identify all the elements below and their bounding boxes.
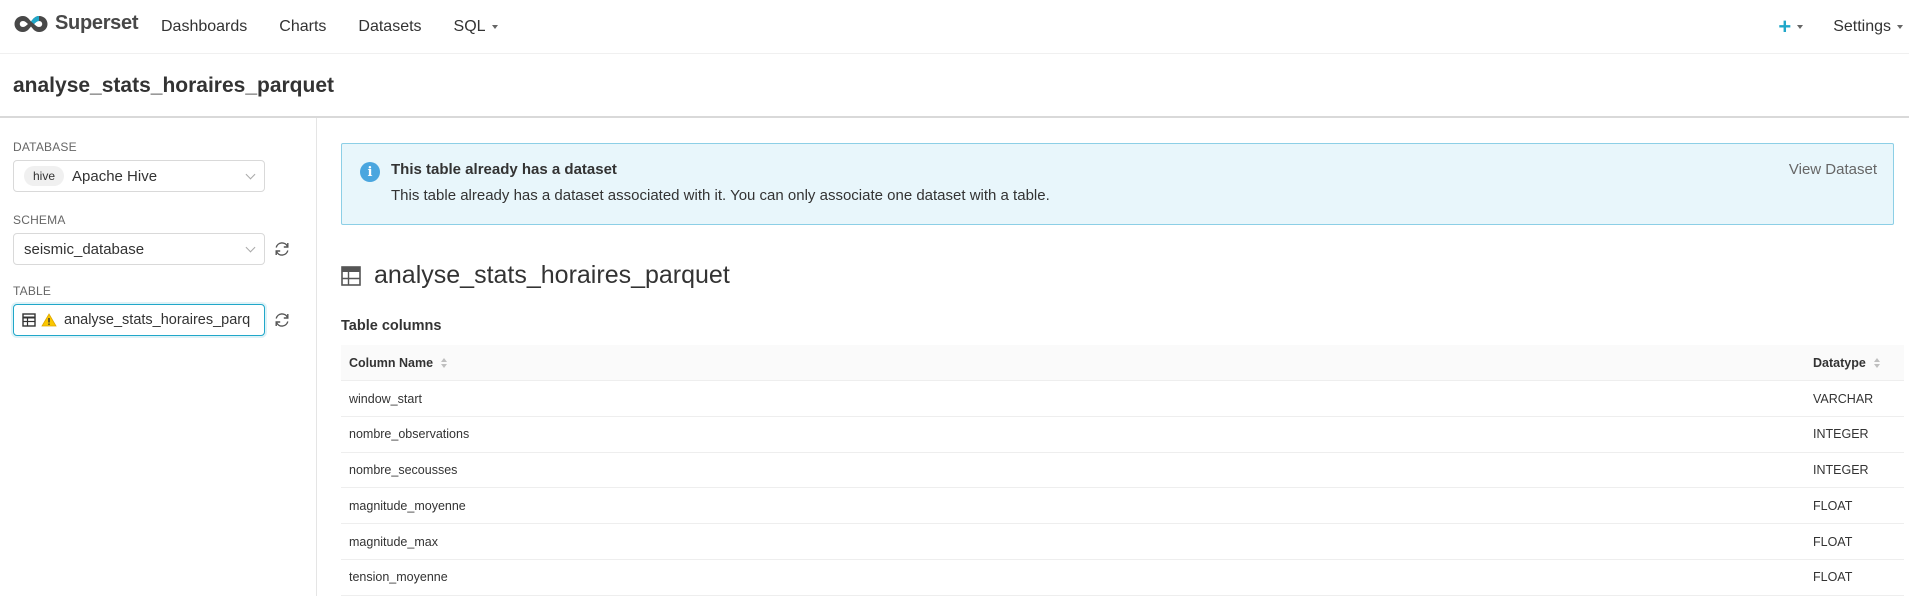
database-select[interactable]: hive Apache Hive — [13, 160, 265, 192]
dataset-source-panel: DATABASE hive Apache Hive SCHEMA seismic… — [0, 118, 317, 596]
column-name-cell: tension_moyenne — [349, 570, 448, 585]
info-icon: i — [360, 162, 380, 182]
sort-icon — [441, 358, 448, 368]
datatype-cell: INTEGER — [1813, 427, 1869, 442]
column-name-cell: magnitude_max — [349, 534, 438, 549]
datatype-cell: VARCHAR — [1813, 391, 1874, 406]
view-dataset-link[interactable]: View Dataset — [1789, 161, 1877, 178]
dataset-title: analyse_stats_horaires_parquet — [374, 261, 730, 289]
table-columns-heading: Table columns — [341, 318, 442, 334]
warning-icon — [41, 313, 57, 327]
column-name-cell: nombre_secousses — [349, 463, 458, 478]
sort-icon — [1873, 358, 1880, 368]
nav-dashboards[interactable]: Dashboards — [161, 18, 247, 36]
column-name-cell: magnitude_moyenne — [349, 498, 466, 513]
table-select[interactable]: analyse_stats_horaires_parq — [13, 304, 265, 336]
datatype-cell: FLOAT — [1813, 534, 1853, 549]
table-icon — [22, 313, 36, 327]
table-row: nombre_secousses INTEGER — [341, 452, 1904, 489]
chevron-down-icon — [1897, 25, 1903, 29]
dataset-preview-panel: i This table already has a dataset This … — [318, 118, 1909, 596]
alert-description: This table already has a dataset associa… — [391, 187, 1050, 204]
plus-icon: + — [1778, 14, 1792, 39]
columns-table: Column Name Datatype window_start VARCHA… — [341, 345, 1904, 596]
dataset-exists-alert: i This table already has a dataset This … — [341, 143, 1894, 225]
table-row: magnitude_moyenne FLOAT — [341, 488, 1904, 525]
chevron-down-icon — [1797, 25, 1804, 29]
table-value: analyse_stats_horaires_parq — [64, 312, 251, 328]
nav-sql[interactable]: SQL — [454, 18, 498, 36]
chevron-down-icon — [245, 242, 256, 253]
schema-value: seismic_database — [24, 240, 145, 258]
alert-title: This table already has a dataset — [391, 161, 617, 178]
database-label: DATABASE — [13, 140, 77, 154]
page-header: analyse_stats_horaires_parquet — [0, 54, 1909, 118]
column-name-header[interactable]: Column Name — [349, 345, 448, 381]
column-name-cell: window_start — [349, 391, 422, 406]
superset-logo[interactable]: Superset — [13, 12, 138, 35]
table-header-row: Column Name Datatype — [341, 345, 1904, 381]
nav-charts[interactable]: Charts — [279, 18, 326, 36]
settings-label: Settings — [1833, 18, 1891, 35]
nav-datasets[interactable]: Datasets — [358, 18, 421, 36]
brand-name: Superset — [55, 12, 139, 34]
superset-logo-icon — [14, 15, 48, 32]
table-row: window_start VARCHAR — [341, 381, 1904, 417]
refresh-tables-icon[interactable] — [273, 311, 291, 329]
schema-label: SCHEMA — [13, 213, 66, 227]
table-row: magnitude_max FLOAT — [341, 524, 1904, 560]
column-name-header-label: Column Name — [349, 356, 434, 370]
datatype-cell: FLOAT — [1813, 498, 1853, 513]
database-type-tag: hive — [24, 166, 65, 186]
nav-sql-label: SQL — [453, 18, 486, 35]
table-row: tension_moyenne FLOAT — [341, 559, 1904, 596]
column-name-cell: nombre_observations — [349, 427, 470, 442]
refresh-schemas-icon[interactable] — [273, 240, 291, 258]
datatype-header[interactable]: Datatype — [1813, 345, 1880, 381]
table-row: nombre_observations INTEGER — [341, 416, 1904, 453]
main-menu: Dashboards Charts Datasets SQL — [161, 0, 530, 54]
datatype-header-label: Datatype — [1813, 356, 1866, 370]
datatype-cell: FLOAT — [1813, 570, 1853, 585]
table-icon — [341, 265, 361, 286]
table-label: TABLE — [13, 284, 52, 298]
datatype-cell: INTEGER — [1813, 463, 1869, 478]
chevron-down-icon — [491, 25, 498, 29]
page-title: analyse_stats_horaires_parquet — [13, 74, 334, 97]
right-menu: + Settings — [1778, 0, 1909, 54]
new-item-button[interactable]: + — [1778, 14, 1804, 39]
dataset-header: analyse_stats_horaires_parquet — [341, 261, 730, 290]
settings-menu-button[interactable]: Settings — [1833, 18, 1903, 36]
top-nav: Superset Dashboards Charts Datasets SQL … — [0, 0, 1909, 54]
schema-select[interactable]: seismic_database — [13, 233, 265, 265]
chevron-down-icon — [245, 169, 256, 180]
database-value: Apache Hive — [72, 167, 158, 185]
